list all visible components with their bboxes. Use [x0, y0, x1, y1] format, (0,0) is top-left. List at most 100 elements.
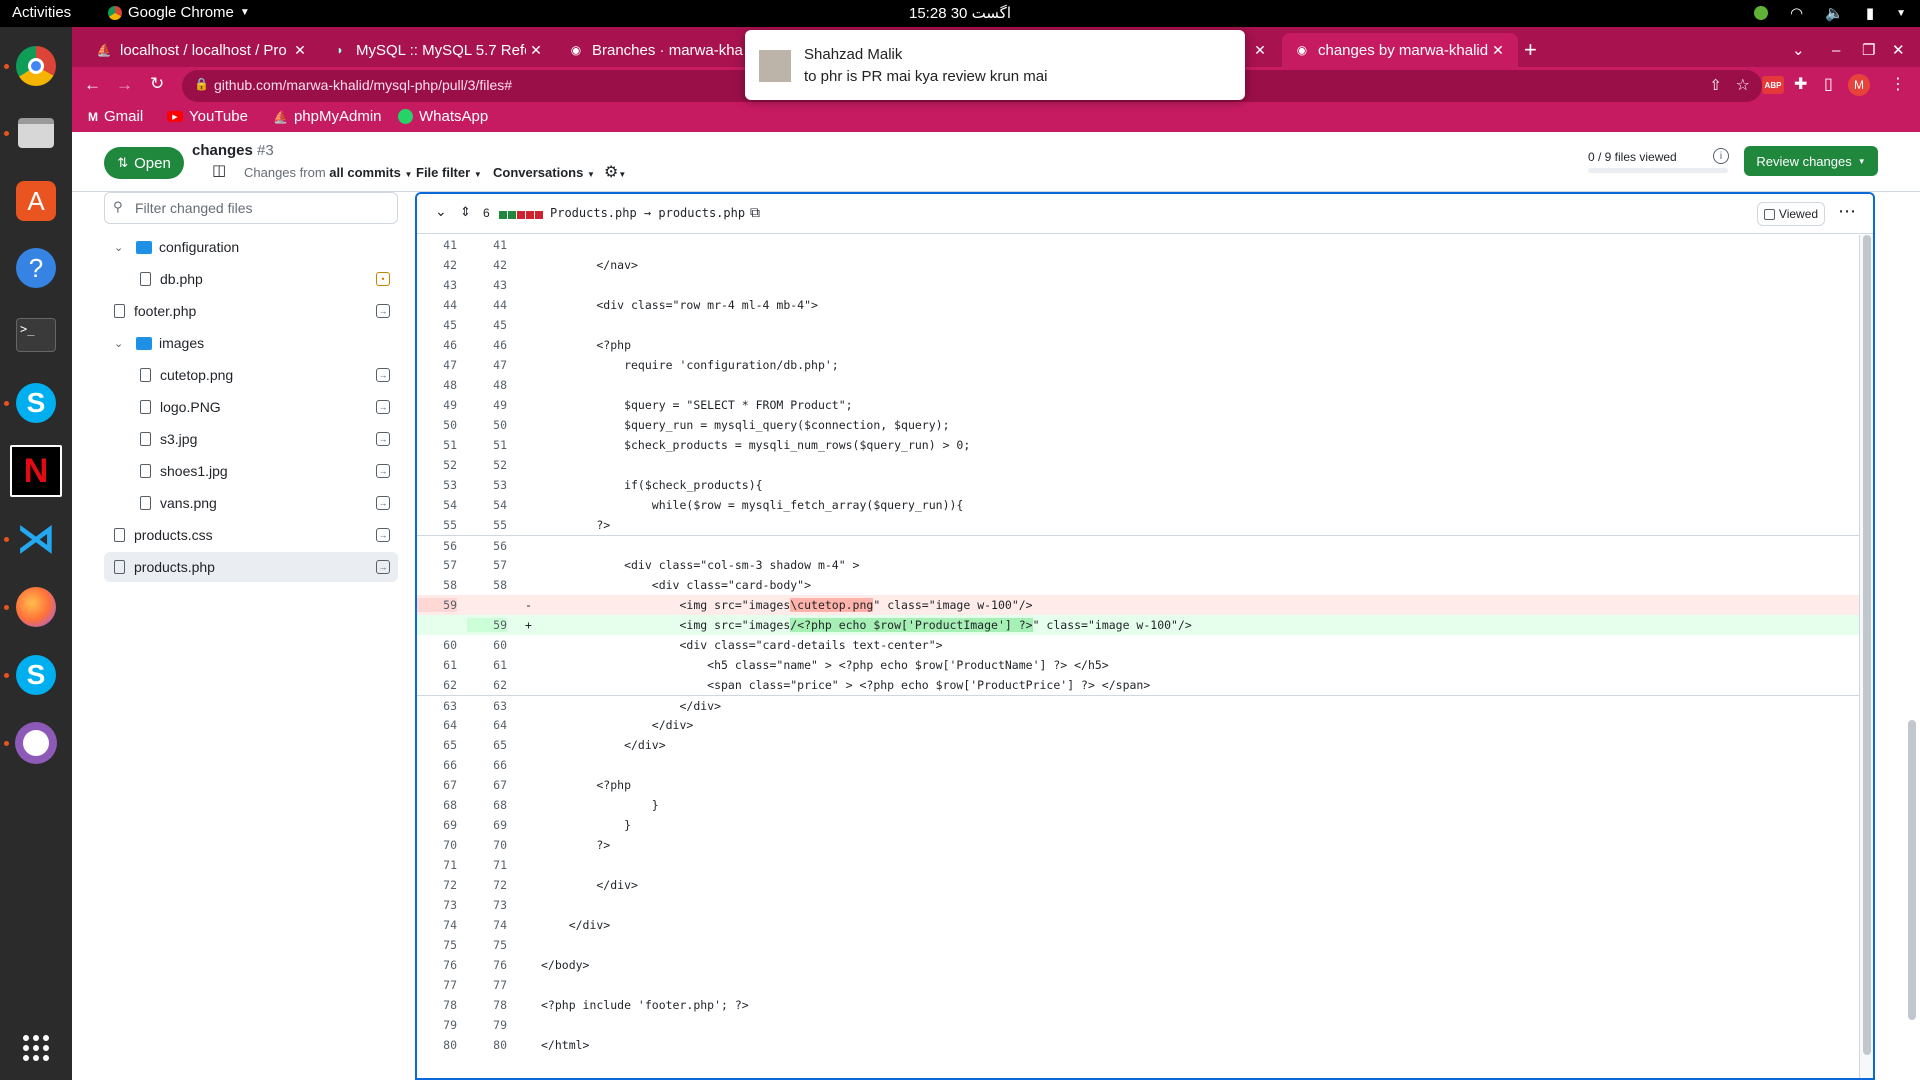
old-line-number[interactable]: 69 [417, 818, 457, 832]
old-line-number[interactable]: 53 [417, 478, 457, 492]
close-window-button[interactable]: ✕ [1892, 33, 1914, 67]
old-line-number[interactable]: 79 [417, 1018, 457, 1032]
tree-file[interactable]: products.php → [104, 552, 398, 582]
kebab-menu-icon[interactable]: ⋯ [1838, 201, 1856, 222]
old-line-number[interactable]: 64 [417, 718, 457, 732]
close-icon[interactable]: ✕ [526, 42, 546, 59]
diff-line[interactable]: 72 72 </div> [417, 875, 1859, 895]
diff-line[interactable]: 51 51 $check_products = mysqli_num_rows($… [417, 435, 1859, 455]
new-line-number[interactable]: 54 [467, 498, 507, 512]
new-line-number[interactable]: 50 [467, 418, 507, 432]
tree-file[interactable]: vans.png → [104, 488, 398, 518]
new-line-number[interactable]: 42 [467, 258, 507, 272]
close-icon[interactable]: ✕ [1488, 42, 1508, 59]
diff-line[interactable]: 66 66 [417, 755, 1859, 775]
diff-line[interactable]: 55 55 ?> [417, 515, 1859, 535]
skype-launcher-2[interactable]: S [10, 649, 62, 701]
tree-file[interactable]: db.php • [104, 264, 398, 294]
old-line-number[interactable]: 52 [417, 458, 457, 472]
side-panel-icon[interactable]: ▯ [1824, 74, 1833, 94]
new-line-number[interactable]: 74 [467, 918, 507, 932]
new-line-number[interactable]: 43 [467, 278, 507, 292]
skype-launcher[interactable]: S [10, 377, 62, 429]
diff-line[interactable]: 65 65 </div> [417, 735, 1859, 755]
activities-button[interactable]: Activities [12, 4, 71, 21]
diff-line[interactable]: 71 71 [417, 855, 1859, 875]
old-line-number[interactable]: 61 [417, 658, 457, 672]
new-line-number[interactable]: 47 [467, 358, 507, 372]
wifi-icon[interactable]: ◠ [1790, 4, 1803, 22]
minimize-button[interactable]: – [1832, 33, 1854, 67]
tree-file[interactable]: logo.PNG → [104, 392, 398, 422]
volume-icon[interactable]: 🔈 [1825, 4, 1844, 22]
old-line-number[interactable]: 66 [417, 758, 457, 772]
new-line-number[interactable]: 73 [467, 898, 507, 912]
diff-line[interactable]: 60 60 <div class="card-details text-cente… [417, 635, 1859, 655]
diff-line[interactable]: 41 41 [417, 235, 1859, 255]
new-line-number[interactable]: 48 [467, 378, 507, 392]
viewed-checkbox[interactable]: Viewed [1757, 202, 1825, 226]
ubuntu-software-launcher[interactable]: A [10, 175, 62, 227]
new-line-number[interactable]: 72 [467, 878, 507, 892]
old-line-number[interactable]: 80 [417, 1038, 457, 1052]
diff-line[interactable]: 69 69 } [417, 815, 1859, 835]
copy-icon[interactable]: ⧉ [750, 204, 760, 221]
toggle-file-tree-icon[interactable]: ◫ [212, 161, 226, 179]
tree-file[interactable]: cutetop.png → [104, 360, 398, 390]
diff-line[interactable]: 52 52 [417, 455, 1859, 475]
power-menu-icon[interactable]: ▼ [1896, 8, 1906, 19]
new-line-number[interactable]: 63 [467, 699, 507, 713]
old-line-number[interactable]: 55 [417, 518, 457, 532]
page-scrollbar[interactable] [1908, 720, 1916, 1020]
new-line-number[interactable]: 59 [467, 618, 507, 632]
diff-line[interactable]: 43 43 [417, 275, 1859, 295]
diff-line[interactable]: 46 46 <?php [417, 335, 1859, 355]
chrome-launcher[interactable] [10, 40, 62, 92]
diff-line[interactable]: 76 76 </body> [417, 955, 1859, 975]
old-line-number[interactable]: 78 [417, 998, 457, 1012]
old-line-number[interactable]: 63 [417, 699, 457, 713]
new-line-number[interactable]: 66 [467, 758, 507, 772]
old-line-number[interactable]: 73 [417, 898, 457, 912]
old-line-number[interactable]: 58 [417, 578, 457, 592]
github-desktop-launcher[interactable] [10, 717, 62, 769]
old-line-number[interactable]: 62 [417, 678, 457, 692]
old-line-number[interactable]: 47 [417, 358, 457, 372]
old-line-number[interactable]: 77 [417, 978, 457, 992]
share-icon[interactable]: ⇧ [1709, 76, 1722, 94]
bookmark-youtube[interactable]: ▶ YouTube [167, 108, 248, 125]
review-changes-button[interactable]: Review changes ▼ [1744, 146, 1878, 176]
diff-line[interactable]: 75 75 [417, 935, 1859, 955]
files-launcher[interactable] [10, 107, 62, 159]
close-icon[interactable]: ✕ [290, 42, 310, 59]
chevron-down-icon[interactable]: ⌄ [114, 337, 123, 350]
terminal-launcher[interactable]: >_ [10, 309, 62, 361]
old-line-number[interactable]: 70 [417, 838, 457, 852]
new-line-number[interactable]: 62 [467, 678, 507, 692]
extensions-icon[interactable]: ✚ [1794, 74, 1807, 94]
conversations-dropdown[interactable]: Conversations ▼ [493, 165, 595, 180]
new-line-number[interactable]: 57 [467, 558, 507, 572]
diff-line[interactable]: 63 63 </div> [417, 695, 1859, 715]
bookmark-whatsapp[interactable]: WhatsApp [398, 108, 488, 125]
diff-line[interactable]: 53 53 if($check_products){ [417, 475, 1859, 495]
diff-line[interactable]: 79 79 [417, 1015, 1859, 1035]
new-line-number[interactable]: 45 [467, 318, 507, 332]
new-line-number[interactable]: 61 [467, 658, 507, 672]
diff-line[interactable]: 47 47 require 'configuration/db.php'; [417, 355, 1859, 375]
new-line-number[interactable]: 77 [467, 978, 507, 992]
diff-line[interactable]: 57 57 <div class="col-sm-3 shadow m-4" > [417, 555, 1859, 575]
chevron-down-icon[interactable]: ⌄ [114, 241, 123, 254]
diff-line[interactable]: 54 54 while($row = mysqli_fetch_array($qu… [417, 495, 1859, 515]
new-line-number[interactable]: 64 [467, 718, 507, 732]
new-line-number[interactable]: 71 [467, 858, 507, 872]
tab-pr-changes[interactable]: ◉ changes by marwa-khalid ✕ [1282, 33, 1518, 67]
netflix-launcher[interactable]: N [10, 445, 62, 497]
old-line-number[interactable]: 54 [417, 498, 457, 512]
tree-file[interactable]: footer.php → [104, 296, 398, 326]
diff-line[interactable]: 50 50 $query_run = mysqli_query($connecti… [417, 415, 1859, 435]
old-line-number[interactable]: 43 [417, 278, 457, 292]
app-menu[interactable]: Google Chrome ▼ [108, 4, 250, 21]
battery-icon[interactable]: ▮ [1866, 4, 1874, 22]
forward-button[interactable]: → [116, 75, 133, 95]
